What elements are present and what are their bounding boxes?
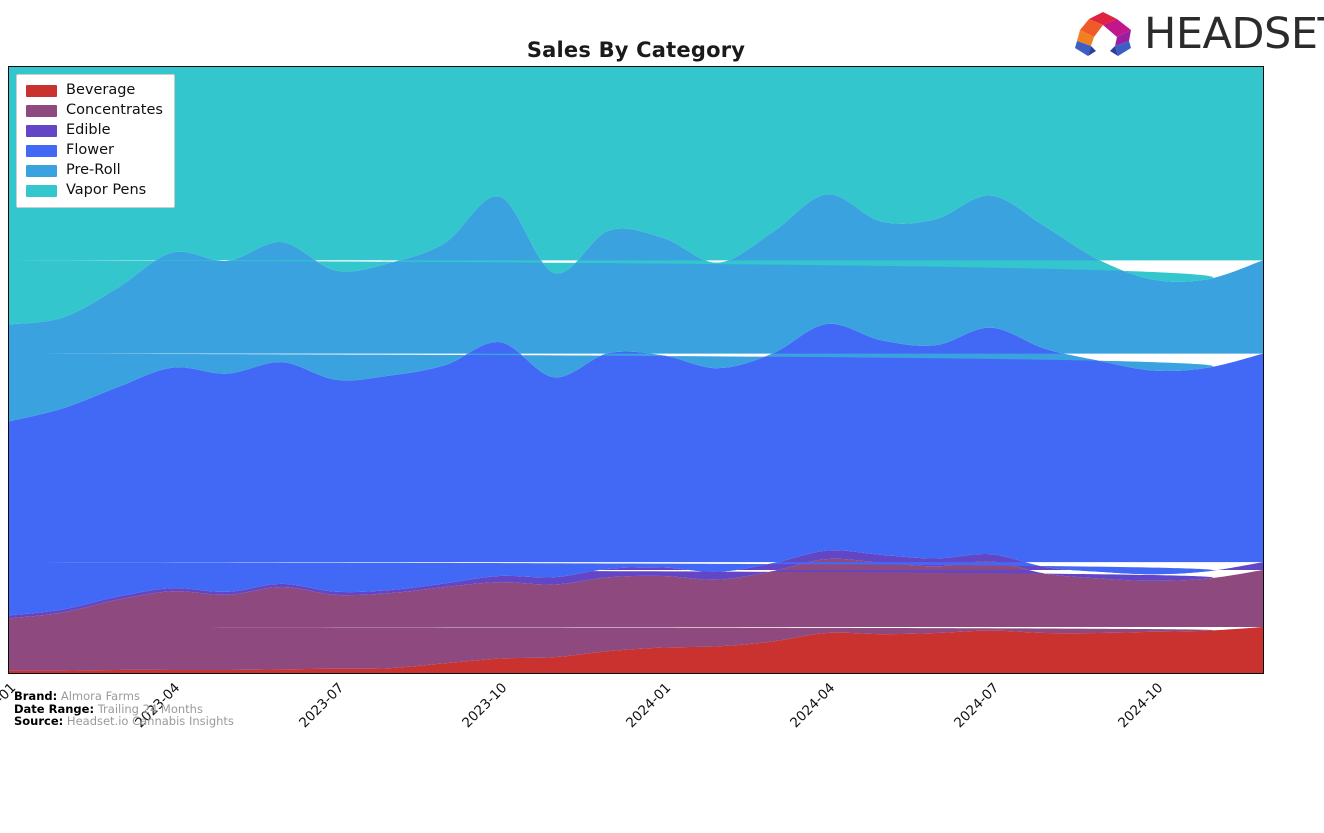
x-tick-label-text: 2024-07: [951, 680, 1003, 732]
legend-item[interactable]: Pre-Roll: [26, 162, 163, 179]
legend-item-label: Flower: [66, 142, 114, 159]
x-tick-label-text: 2024-01: [623, 680, 675, 732]
chart-figure: Sales By Category HEADSET Beverage Concen…: [0, 0, 1324, 743]
x-tick-label-text: 2023-07: [295, 680, 347, 732]
x-tick-label: 2023-10: [358, 680, 511, 833]
legend-color-swatch: [26, 184, 57, 197]
legend-item-label: Beverage: [66, 82, 136, 99]
footnote-source-label: Source:: [14, 714, 64, 728]
headset-arch-logo-icon: [1075, 12, 1131, 56]
legend-item[interactable]: Beverage: [26, 82, 163, 99]
stacked-area-chart: [9, 67, 1263, 673]
x-tick-label: 2024-07: [850, 680, 1003, 833]
legend-item-label: Pre-Roll: [66, 162, 121, 179]
legend-item-label: Vapor Pens: [66, 182, 147, 199]
legend-item[interactable]: Flower: [26, 142, 163, 159]
legend-item[interactable]: Vapor Pens: [26, 182, 163, 199]
legend-item[interactable]: Concentrates: [26, 102, 163, 119]
footnote-source-value: Headset.io Cannabis Insights: [66, 714, 234, 728]
x-tick-label: 2024-04: [686, 680, 839, 833]
plot-area: [8, 66, 1264, 674]
legend-color-swatch: [26, 124, 57, 137]
legend-color-swatch: [26, 164, 57, 177]
x-tick-label-text: 2023-10: [459, 680, 511, 732]
legend-item-label: Edible: [66, 122, 111, 139]
x-tick-label: 2024-01: [522, 680, 675, 833]
x-tick-label: 2024-10: [1013, 680, 1166, 833]
legend-color-swatch: [26, 84, 57, 97]
x-tick-label-text: 2024-04: [787, 680, 839, 732]
footnotes: Brand: Almora Farms Date Range: Trailing…: [14, 690, 234, 728]
legend-item[interactable]: Edible: [26, 122, 163, 139]
legend-item-label: Concentrates: [66, 102, 163, 119]
x-tick-label-text: 2024-10: [1114, 680, 1167, 732]
chart-legend: Beverage Concentrates Edible Flower Pre-Roll…: [16, 74, 175, 208]
legend-color-swatch: [26, 144, 57, 157]
legend-color-swatch: [26, 104, 57, 117]
footnote-source: Source: Headset.io Cannabis Insights: [14, 715, 234, 728]
headset-wordmark: HEADSET: [1144, 8, 1324, 59]
headset-brand-logo: HEADSET: [1072, 8, 1324, 60]
